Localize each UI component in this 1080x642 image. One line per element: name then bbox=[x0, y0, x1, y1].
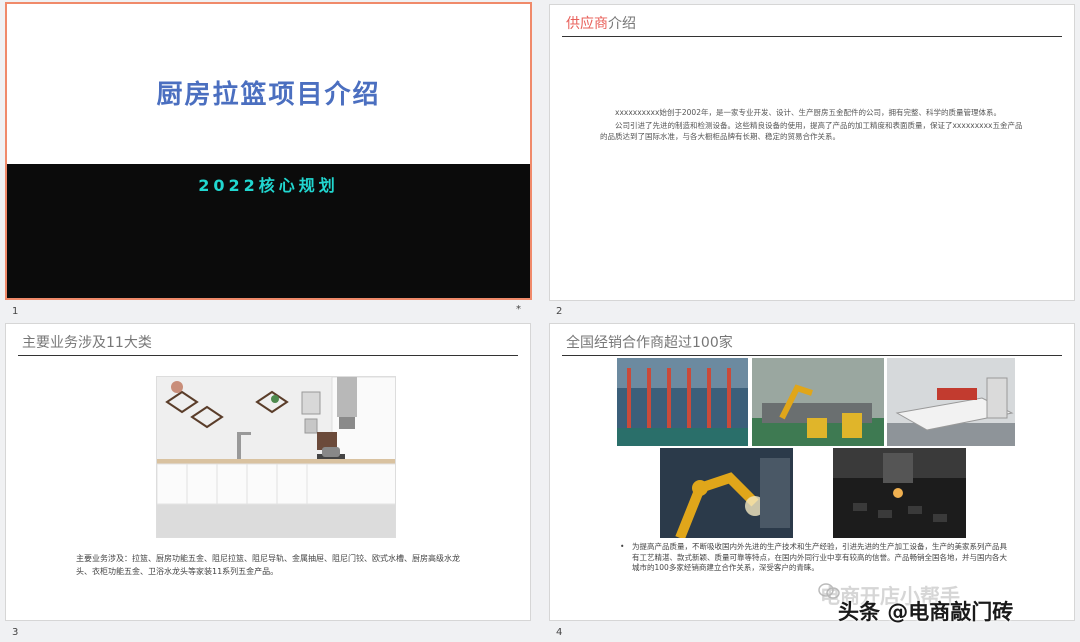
factory-photo-laser-cutting-sheet bbox=[833, 448, 966, 538]
factory-photo-production-line bbox=[617, 358, 748, 446]
kitchen-photo bbox=[156, 376, 396, 538]
slide-thumbnail-1[interactable]: 厨房拉篮项目介绍 2022核心规划 bbox=[5, 2, 532, 300]
heading-accent: 供应商 bbox=[566, 16, 608, 32]
paragraph: 公司引进了先进的制造和检测设备。这些精良设备的使用，提高了产品的加工精度和表面质… bbox=[600, 121, 1023, 141]
heading-rest: 介绍 bbox=[608, 16, 636, 32]
dealer-network-bullet: • 为提高产品质量，不断吸收国内外先进的生产技术和生产经验，引进先进的生产加工设… bbox=[620, 542, 1014, 574]
slide-title: 厨房拉篮项目介绍 bbox=[156, 80, 381, 110]
slide-number-4: 4 bbox=[556, 627, 563, 638]
slide-thumbnail-3[interactable]: 主要业务涉及11大类 主要业务涉及：拉篮、厨房功能五金、阻尼拉篮、阻尼导轨、金属… bbox=[5, 323, 531, 621]
slide-thumbnail-2[interactable]: 供应商介绍 xxxxxxxxxx始创于2002年，是一家专业开发、设计、生产厨房… bbox=[549, 4, 1075, 301]
factory-photo-robot-welding bbox=[752, 358, 884, 446]
supplier-description: xxxxxxxxxx始创于2002年，是一家专业开发、设计、生产厨房五金配件的公… bbox=[600, 107, 1024, 144]
factory-photo-laser-cutter bbox=[887, 358, 1015, 446]
transition-marker-icon: * bbox=[516, 304, 521, 315]
slide-heading: 全国经销合作商超过100家 bbox=[562, 332, 1062, 356]
dark-band: 2022核心规划 bbox=[7, 164, 530, 298]
bullet-text: 为提高产品质量，不断吸收国内外先进的生产技术和生产经验，引进先进的生产加工设备，… bbox=[632, 542, 1007, 572]
slide-number-1: 1 bbox=[12, 306, 19, 317]
slide-heading: 主要业务涉及11大类 bbox=[18, 332, 518, 356]
paragraph: xxxxxxxxxx始创于2002年，是一家专业开发、设计、生产厨房五金配件的公… bbox=[615, 108, 1001, 117]
business-scope-caption: 主要业务涉及：拉篮、厨房功能五金、阻尼拉篮、阻尼导轨、金属抽屉、阻尼门铰、欧式水… bbox=[76, 554, 460, 576]
slide-subtitle: 2022核心规划 bbox=[198, 176, 339, 195]
slide-thumbnail-4[interactable]: 全国经销合作商超过100家 • 为提高产品质量，不断吸收国内外先进的生产技术和生… bbox=[549, 323, 1075, 621]
watermark-credit: 头条 @电商敲门砖 bbox=[838, 600, 1014, 624]
slide-number-2: 2 bbox=[556, 306, 563, 317]
slide-number-3: 3 bbox=[12, 627, 19, 638]
bullet-icon: • bbox=[620, 542, 625, 551]
slide-heading: 供应商介绍 bbox=[562, 13, 1062, 37]
factory-photo-robot-arm bbox=[660, 448, 793, 538]
